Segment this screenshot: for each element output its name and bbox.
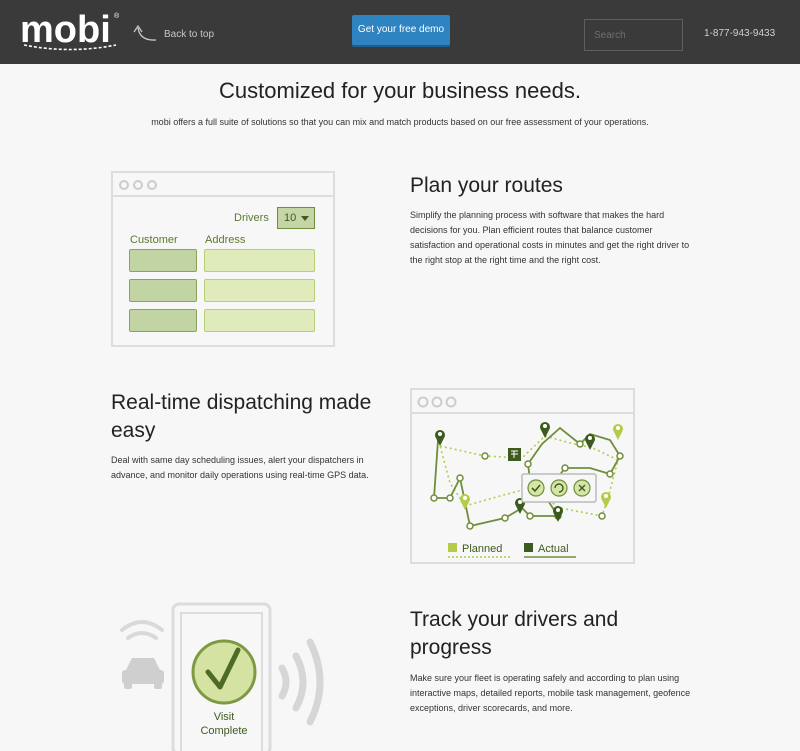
- window-dot-icon: [147, 180, 157, 190]
- address-cell: [204, 309, 315, 332]
- customer-cell: [129, 309, 197, 332]
- top-navigation-bar: mobi ® Back to top Get your free demo 1-…: [0, 0, 800, 64]
- free-demo-button[interactable]: Get your free demo: [352, 15, 450, 45]
- refresh-icon: [550, 479, 568, 497]
- route-planner-window-illustration: Drivers 10 Customer Address: [111, 171, 335, 347]
- curved-arrow-icon: [133, 24, 157, 41]
- search-input[interactable]: [584, 19, 683, 51]
- check-icon: [527, 479, 545, 497]
- dispatch-map-window-illustration: Planned Actual: [410, 388, 635, 564]
- plan-routes-description: Simplify the planning process with softw…: [410, 210, 690, 265]
- back-to-top-label: Back to top: [164, 28, 215, 40]
- caret-down-icon: [301, 216, 309, 221]
- car-icon: [122, 658, 164, 689]
- address-cell: [204, 249, 315, 272]
- back-to-top-link[interactable]: Back to top: [132, 22, 214, 46]
- svg-text:mobi: mobi: [20, 9, 111, 51]
- checkmark-icon: [191, 639, 257, 705]
- customer-cell: [129, 279, 197, 302]
- store-icon: [508, 448, 521, 461]
- actual-legend-swatch: [524, 543, 533, 552]
- plan-routes-title: Plan your routes: [410, 174, 563, 197]
- wifi-signal-icon: [120, 620, 164, 640]
- phone-number: 1-877-943-9433: [704, 28, 776, 39]
- visit-status-line1: Visit: [214, 711, 235, 723]
- address-cell: [204, 279, 315, 302]
- drivers-select: 10: [277, 207, 315, 229]
- page-subtitle: mobi offers a full suite of solutions so…: [151, 117, 649, 127]
- visit-status-line2: Complete: [200, 725, 247, 737]
- mobi-logo[interactable]: mobi ®: [20, 8, 122, 52]
- track-drivers-description: Make sure your fleet is operating safely…: [410, 673, 691, 713]
- window-titlebar: [113, 173, 333, 197]
- window-dot-icon: [119, 180, 129, 190]
- planned-legend-swatch: [448, 543, 457, 552]
- window-dot-icon: [133, 180, 143, 190]
- drivers-label: Drivers: [234, 212, 269, 224]
- svg-text:®: ®: [114, 12, 120, 20]
- address-column-label: Address: [205, 234, 246, 246]
- planned-legend-label: Planned: [462, 543, 502, 555]
- customer-cell: [129, 249, 197, 272]
- signal-waves-icon: [278, 638, 324, 726]
- dispatching-title: Real-time dispatching made easy: [111, 391, 372, 442]
- dispatching-description: Deal with same day scheduling issues, al…: [111, 455, 369, 480]
- customer-column-label: Customer: [130, 234, 178, 246]
- page-title: Customized for your business needs.: [219, 78, 581, 103]
- drivers-select-value: 10: [284, 212, 297, 224]
- driver-tracking-illustration: Visit Complete: [120, 602, 324, 751]
- track-drivers-title: Track your drivers and progress: [410, 608, 619, 659]
- dispatch-action-popup: [521, 473, 597, 503]
- actual-legend-label: Actual: [538, 543, 569, 555]
